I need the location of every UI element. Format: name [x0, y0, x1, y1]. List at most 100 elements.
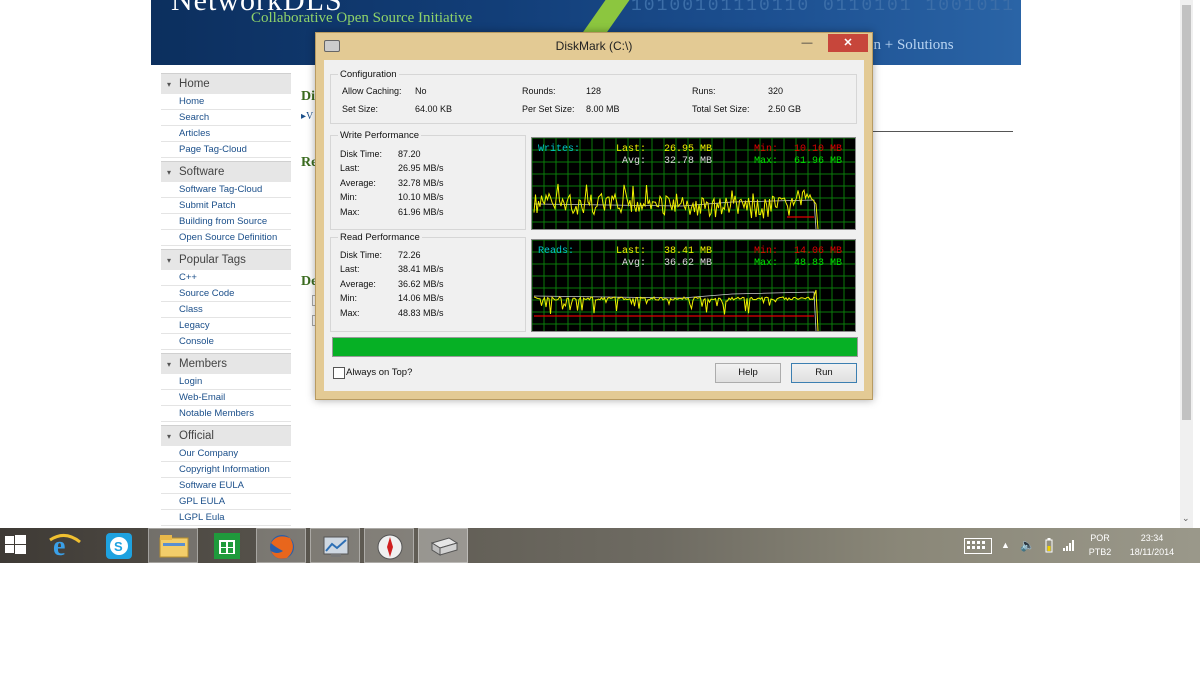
allow-caching-value: No	[415, 86, 427, 96]
read-graph-svg: Reads: Last: 38.41 MB Avg: 36.62 MB Min:…	[532, 240, 855, 331]
write-last-value: 26.95 MB/s	[398, 163, 444, 173]
input-language-indicator[interactable]: POR PTB2	[1088, 533, 1112, 557]
sidebar-link[interactable]: Open Source Definition	[161, 230, 291, 246]
battery-icon[interactable]	[1044, 537, 1054, 555]
firefox-icon[interactable]	[256, 528, 306, 563]
internet-explorer-icon[interactable]: e	[40, 528, 90, 563]
volume-icon[interactable]: 🔈	[1020, 538, 1035, 552]
write-graph-min-value: 10.10 MB	[794, 144, 842, 155]
collapse-arrow-icon[interactable]: ▾	[167, 80, 171, 89]
content-title-1[interactable]: Di	[301, 89, 315, 105]
scroll-down-icon[interactable]: ⌄	[1182, 513, 1190, 524]
run-button[interactable]: Run	[791, 363, 857, 383]
read-graph-last-label: Last:	[616, 246, 646, 257]
windows-start-icon[interactable]	[0, 528, 32, 563]
file-explorer-icon[interactable]	[148, 528, 198, 563]
site-tagline: Collaborative Open Source Initiative	[251, 10, 473, 26]
runs-label: Runs:	[692, 86, 716, 96]
write-average-value: 32.78 MB/s	[398, 178, 444, 188]
benchmark-progress-bar	[332, 337, 858, 357]
read-graph-max-label: Max:	[754, 258, 778, 269]
per-set-size-label: Per Set Size:	[522, 104, 575, 114]
sidebar-link[interactable]: Web-Email	[161, 390, 291, 406]
monitor-app-icon[interactable]	[310, 528, 360, 563]
sidebar-link[interactable]: Legacy	[161, 318, 291, 334]
write-graph-min-label: Min:	[754, 143, 778, 155]
sidebar-link[interactable]: Login	[161, 374, 291, 390]
total-set-size-label: Total Set Size:	[692, 104, 750, 114]
allow-caching-label: Allow Caching:	[342, 86, 402, 96]
sidebar-link[interactable]: Class	[161, 302, 291, 318]
write-graph-max-value: 61.96 MB	[794, 156, 842, 167]
write-performance-graph: Writes: Last: 26.95 MB Avg: 32.78 MB Min…	[531, 137, 856, 230]
content-sublink[interactable]: ▸V	[301, 111, 313, 122]
sidebar-link[interactable]: Our Company	[161, 446, 291, 462]
read-performance-label: Read Performance	[338, 232, 422, 243]
network-signal-icon[interactable]	[1062, 538, 1076, 554]
runs-value: 320	[768, 86, 784, 96]
sidebar-section-header[interactable]: ▾ Popular Tags	[161, 249, 291, 270]
sidebar-link[interactable]: C++	[161, 270, 291, 286]
keyboard-icon[interactable]	[964, 538, 992, 554]
show-hidden-icons-icon[interactable]: ▲	[1001, 540, 1010, 550]
read-graph-max-value: 48.83 MB	[794, 258, 842, 269]
language-code: POR	[1090, 533, 1110, 543]
sidebar-link[interactable]: Submit Patch	[161, 198, 291, 214]
banner-binary-text: 10100101110110 0110101 1001011	[631, 0, 1016, 16]
windows-store-icon[interactable]	[202, 528, 252, 563]
sidebar-link[interactable]: Articles	[161, 126, 291, 142]
sidebar-section-title: Software	[179, 166, 225, 178]
read-min-value: 14.06 MB/s	[398, 293, 444, 303]
sidebar-section-header[interactable]: ▾ Software	[161, 161, 291, 182]
page-scrollbar[interactable]: ⌄	[1180, 0, 1193, 528]
read-min-label: Min:	[340, 293, 358, 303]
help-button[interactable]: Help	[715, 363, 781, 383]
write-average-label: Average:	[340, 178, 376, 188]
always-on-top-checkbox[interactable]	[333, 367, 345, 379]
sidebar-link[interactable]: Software Tag-Cloud	[161, 182, 291, 198]
sidebar-link[interactable]: Software EULA	[161, 478, 291, 494]
read-graph-min-value: 14.06 MB	[794, 246, 842, 257]
minimize-button[interactable]: —	[794, 34, 820, 52]
sidebar-link[interactable]: GPL EULA	[161, 494, 291, 510]
always-on-top-label[interactable]: Always on Top?	[346, 367, 412, 378]
compass-app-icon[interactable]	[364, 528, 414, 563]
sidebar-section-header[interactable]: ▾ Official	[161, 425, 291, 446]
sidebar-link[interactable]: Console	[161, 334, 291, 350]
collapse-arrow-icon[interactable]: ▾	[167, 360, 171, 369]
close-button[interactable]: ✕	[828, 34, 868, 52]
sidebar-link[interactable]: Copyright Information	[161, 462, 291, 478]
sidebar-link[interactable]: Page Tag-Cloud	[161, 142, 291, 158]
sidebar-link[interactable]: Source Code	[161, 286, 291, 302]
sidebar-section-header[interactable]: ▾ Home	[161, 73, 291, 94]
sidebar-section-title: Home	[179, 78, 210, 90]
sidebar-link[interactable]: Notable Members	[161, 406, 291, 422]
sidebar-section-title: Popular Tags	[179, 254, 246, 266]
sidebar-link[interactable]: Building from Source	[161, 214, 291, 230]
skype-icon[interactable]: S	[94, 528, 144, 563]
read-graph-avg-label: Avg:	[622, 258, 646, 269]
sidebar-section-header[interactable]: ▾ Members	[161, 353, 291, 374]
write-graph-max-label: Max:	[754, 156, 778, 167]
scrollbar-thumb[interactable]	[1182, 5, 1191, 420]
read-graph-last-value: 38.41 MB	[664, 246, 712, 257]
sidebar-section-title: Members	[179, 358, 227, 370]
sidebar-link[interactable]: LGPL Eula	[161, 510, 291, 526]
diskmark-icon[interactable]	[418, 528, 468, 563]
collapse-arrow-icon[interactable]: ▾	[167, 432, 171, 441]
configuration-label: Configuration	[338, 69, 399, 80]
svg-text:S: S	[114, 539, 123, 554]
clock-date: 18/11/2014	[1129, 547, 1175, 557]
window-title: DiskMark (C:\)	[555, 39, 633, 53]
keyboard-layout-code: PTB2	[1088, 547, 1112, 557]
window-titlebar[interactable]: DiskMark (C:\) — ☐ ✕	[316, 33, 872, 59]
sidebar-link[interactable]: Search	[161, 110, 291, 126]
read-last-label: Last:	[340, 264, 360, 274]
collapse-arrow-icon[interactable]: ▾	[167, 256, 171, 265]
collapse-arrow-icon[interactable]: ▾	[167, 168, 171, 177]
total-set-size-value: 2.50 GB	[768, 104, 802, 114]
clock[interactable]: 23:34 18/11/2014	[1124, 533, 1180, 557]
read-disk-time-label: Disk Time:	[340, 250, 383, 260]
sidebar-link[interactable]: Home	[161, 94, 291, 110]
configuration-group	[330, 74, 857, 124]
